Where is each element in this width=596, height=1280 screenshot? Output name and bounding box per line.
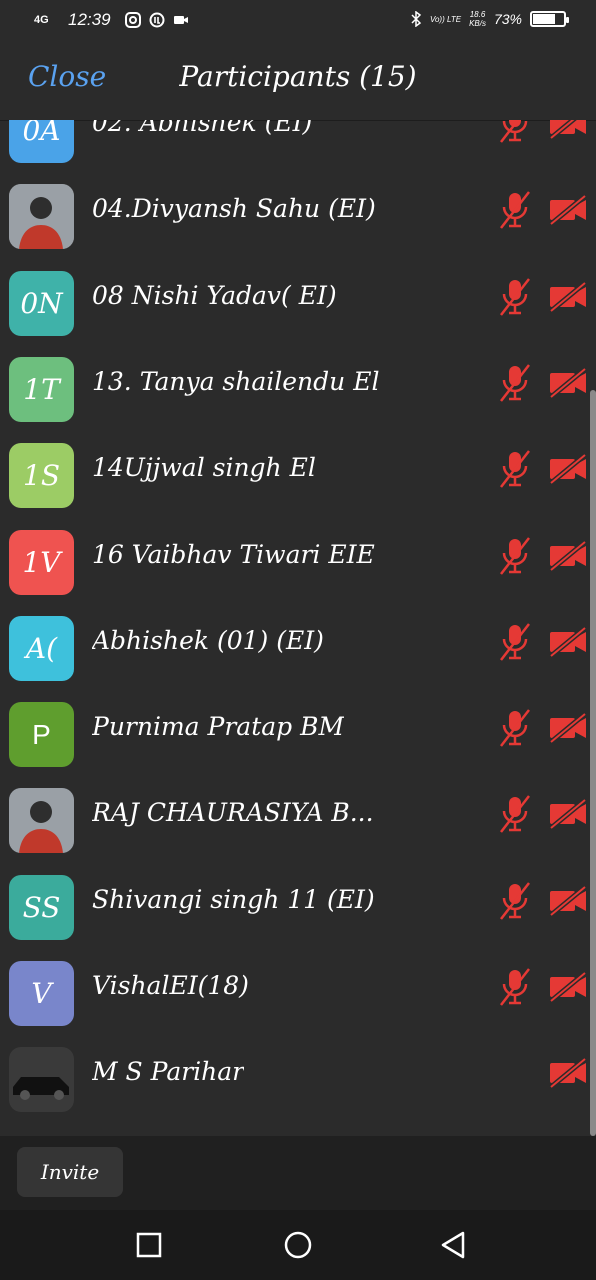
mic-muted-icon [497,794,533,834]
network-indicator: 4G [34,14,49,26]
video-off-icon [548,539,588,572]
participant-row[interactable]: 04.Divyansh Sahu (EI) [0,172,590,258]
participant-row[interactable]: V VishalEI(18) [0,949,590,1035]
participant-row[interactable]: 1V 16 Vaibhav Tiwari EIE [0,518,590,604]
avatar: V [9,961,74,1026]
participant-name: 02. Abhishek (EI) [92,120,313,137]
bottom-bar: Invite [0,1136,596,1210]
avatar: SS [9,874,74,940]
video-off-icon [548,712,588,745]
participant-row[interactable]: SS Shivangi singh 11 (EI) [0,863,590,949]
video-off-icon [548,971,588,1003]
clock: 12:39 [68,10,111,29]
participant-name: VishalEI(18) [92,971,249,1000]
participant-row[interactable]: P Purnima Pratap BM [0,690,590,776]
video-off-icon [548,120,588,140]
volte-indicator: Vo)) LTE [429,14,462,24]
participant-row[interactable]: 1S 14Ujjwal singh El [0,431,590,517]
participant-name: Purnima Pratap BM [92,712,345,742]
mic-muted-icon [497,363,533,403]
participant-row[interactable]: 0N 08 Nishi Yadav( EI) [0,259,590,345]
video-off-icon [548,280,588,313]
avatar: 1V [9,529,74,595]
participant-name: 13. Tanya shailendu El [92,366,380,396]
participant-row[interactable]: 0A 02. Abhishek (EI) [0,120,590,172]
status-bar-right: Vo)) LTE 18.6 KB/s 73% [410,10,569,28]
mic-muted-icon [497,190,533,230]
scrollbar[interactable] [590,390,596,1136]
network-speed-unit: KB/s [469,19,486,28]
status-bar: 4G 12:39 Vo)) LTE 18.6 KB/s 73% [0,0,596,44]
mic-muted-icon [497,967,533,1007]
battery-icon [530,11,569,27]
battery-percent: 73% [493,11,522,27]
participant-row[interactable]: 1T 13. Tanya shailendu El [0,345,590,431]
avatar: 0N [9,270,74,336]
status-bar-left: 4G 12:39 [34,10,189,30]
mic-muted-icon [497,536,533,576]
mic-muted-icon [497,120,533,144]
participant-name: 04.Divyansh Sahu (EI) [92,194,376,224]
avatar-photo [9,788,74,854]
recents-button-icon[interactable] [134,1230,164,1260]
back-button-icon[interactable] [438,1230,468,1260]
video-recording-icon [173,16,188,24]
bluetooth-icon [411,11,422,27]
video-off-icon [548,366,588,399]
avatar: 1S [9,443,74,509]
avatar: P [9,702,74,768]
avatar: 1T [9,356,74,422]
video-off-icon [548,798,588,831]
mic-muted-icon [497,449,533,489]
avatar-photo [9,184,74,250]
battery-fill [533,14,555,24]
participant-row[interactable]: RAJ CHAURASIYA B... [0,776,590,862]
header: Close Participants (15) [0,44,596,121]
app-notification-icon [149,12,165,28]
avatar: 0A [9,120,74,163]
avatar-photo [9,1047,74,1113]
participant-name: 16 Vaibhav Tiwari EIE [92,539,375,569]
participant-name: RAJ CHAURASIYA B... [92,798,374,828]
avatar: A( [9,615,74,681]
video-off-icon [548,194,588,227]
video-off-icon [548,884,588,917]
participant-name: Shivangi singh 11 (EI) [92,884,375,914]
participant-name: 14Ujjwal singh El [92,453,316,483]
page-title: Participants (15) [179,60,417,93]
mic-muted-icon [497,881,533,921]
video-off-icon [548,453,588,486]
participant-row[interactable]: A( Abhishek (01) (EI) [0,604,590,690]
system-navigation-bar [0,1210,596,1280]
participant-row[interactable]: M S Parihar [0,1035,590,1121]
participant-name: M S Parihar [92,1057,245,1087]
participant-name: 08 Nishi Yadav( EI) [92,280,337,310]
network-speed-value: 18.6 [469,10,486,19]
network-speed: 18.6 KB/s [469,10,486,28]
mic-muted-icon [497,708,533,748]
home-button-icon[interactable] [283,1230,313,1260]
participant-list[interactable]: 0A 02. Abhishek (EI) 04.Divyansh Sahu (EI)… [0,120,596,1136]
video-off-icon [548,625,588,658]
video-off-icon [548,1057,588,1090]
instagram-icon [124,12,141,28]
invite-button[interactable]: Invite [17,1147,123,1197]
mic-muted-icon [497,277,533,317]
participant-name: Abhishek (01) (EI) [92,625,324,655]
mic-muted-icon [497,622,533,662]
